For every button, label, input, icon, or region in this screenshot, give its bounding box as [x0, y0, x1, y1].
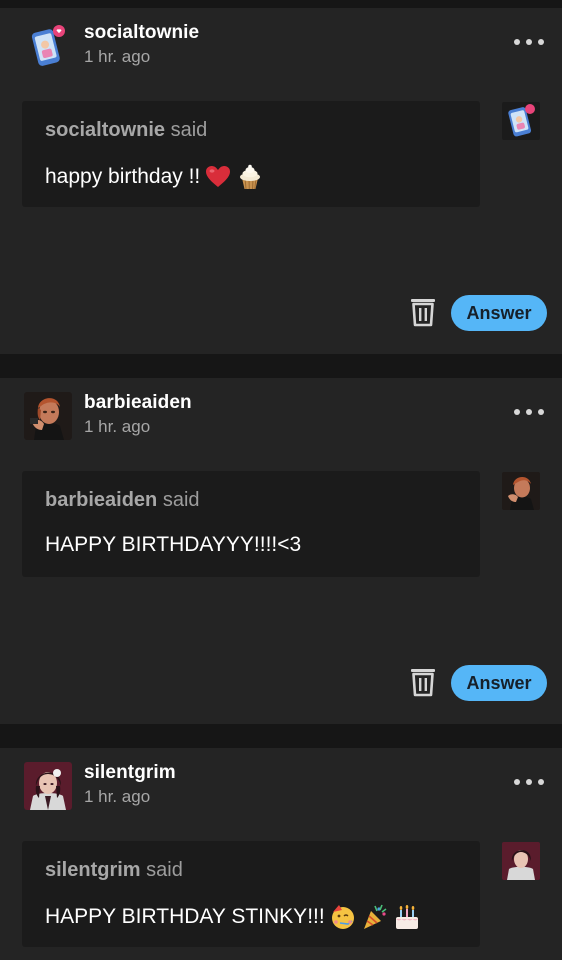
dot-icon — [538, 39, 544, 45]
ask-card: barbieaiden 1 hr. ago barbieaiden said H… — [0, 378, 562, 724]
dot-icon — [514, 39, 520, 45]
delete-button[interactable] — [410, 667, 436, 697]
asker-avatar[interactable] — [502, 102, 540, 140]
ask-message: HAPPY BIRTHDAYYY!!!!<3 — [45, 533, 301, 557]
dot-icon — [526, 409, 532, 415]
avatar[interactable] — [24, 762, 72, 810]
red-heart-icon — [204, 163, 232, 191]
message-text: HAPPY BIRTHDAYYY!!!!<3 — [45, 533, 302, 556]
ask-card: socialtownie 1 hr. ago socialtownie said… — [0, 8, 562, 354]
ask-message: happy birthday !! — [45, 163, 264, 191]
phone-avatar-icon — [24, 22, 72, 70]
message-text: happy birthday !! — [45, 165, 201, 188]
portrait-avatar-icon — [24, 762, 72, 810]
trash-icon — [411, 299, 435, 327]
answer-button[interactable]: Answer — [451, 295, 547, 331]
trash-icon — [411, 669, 435, 697]
dot-icon — [514, 409, 520, 415]
more-options-button[interactable] — [514, 772, 544, 792]
partying-face-icon — [329, 903, 357, 931]
ask-feed: socialtownie 1 hr. ago socialtownie said… — [0, 0, 562, 960]
said-username[interactable]: socialtownie — [45, 119, 165, 141]
dot-icon — [526, 39, 532, 45]
said-line: silentgrim said — [45, 859, 183, 882]
said-word: said — [146, 859, 183, 881]
post-username[interactable]: barbieaiden — [84, 392, 192, 414]
said-username[interactable]: barbieaiden — [45, 489, 157, 511]
more-options-button[interactable] — [514, 402, 544, 422]
birthday-cake-icon — [393, 903, 421, 931]
asker-avatar[interactable] — [502, 842, 540, 880]
post-timestamp: 1 hr. ago — [84, 787, 151, 806]
said-word: said — [162, 489, 200, 511]
answer-button[interactable]: Answer — [451, 665, 547, 701]
ask-bubble: silentgrim said HAPPY BIRTHDAY STINKY!!! — [22, 841, 480, 947]
portrait-avatar-icon — [24, 392, 72, 440]
cupcake-icon — [236, 163, 264, 191]
post-username[interactable]: silentgrim — [84, 762, 176, 784]
said-username[interactable]: silentgrim — [45, 859, 141, 881]
party-popper-icon — [361, 903, 389, 931]
ask-message: HAPPY BIRTHDAY STINKY!!! — [45, 903, 421, 931]
more-options-button[interactable] — [514, 32, 544, 52]
post-username[interactable]: socialtownie — [84, 22, 199, 44]
portrait-avatar-icon — [502, 472, 540, 510]
message-text: HAPPY BIRTHDAY STINKY!!! — [45, 905, 325, 928]
post-timestamp: 1 hr. ago — [84, 47, 151, 66]
dot-icon — [538, 409, 544, 415]
said-word: said — [170, 119, 208, 141]
ask-bubble: barbieaiden said HAPPY BIRTHDAYYY!!!!<3 — [22, 471, 480, 577]
avatar[interactable] — [24, 392, 72, 440]
ask-card: silentgrim 1 hr. ago silentgrim said HAP… — [0, 748, 562, 960]
post-timestamp: 1 hr. ago — [84, 417, 151, 436]
dot-icon — [538, 779, 544, 785]
said-line: barbieaiden said — [45, 489, 200, 512]
dot-icon — [526, 779, 532, 785]
phone-avatar-icon — [502, 102, 540, 140]
dot-icon — [514, 779, 520, 785]
said-line: socialtownie said — [45, 119, 207, 142]
portrait-avatar-icon — [502, 842, 540, 880]
asker-avatar[interactable] — [502, 472, 540, 510]
ask-bubble: socialtownie said happy birthday !! — [22, 101, 480, 207]
avatar[interactable] — [24, 22, 72, 70]
delete-button[interactable] — [410, 297, 436, 327]
